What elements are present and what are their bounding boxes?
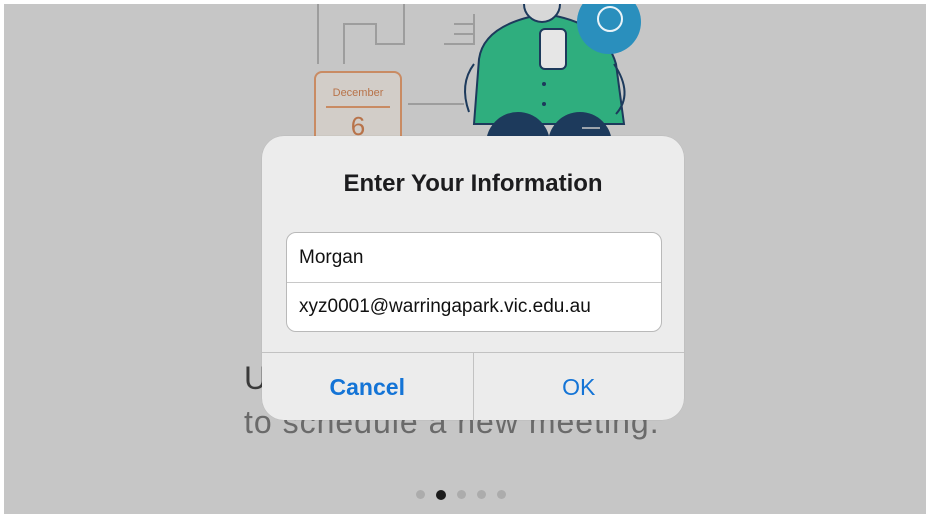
email-input[interactable] — [287, 282, 661, 331]
page-dot[interactable] — [497, 490, 506, 499]
page-indicator[interactable] — [416, 489, 506, 500]
calendar-month: December — [332, 87, 384, 99]
information-alert-dialog: Enter Your Information Cancel OK — [262, 136, 684, 420]
dialog-title: Enter Your Information — [343, 170, 603, 197]
cancel-button[interactable]: Cancel — [262, 353, 474, 420]
calendar-divider — [326, 106, 390, 108]
name-input[interactable] — [287, 233, 661, 282]
dialog-actions: Cancel OK — [262, 352, 684, 420]
page-dot[interactable] — [477, 490, 486, 499]
ok-button[interactable]: OK — [474, 353, 685, 420]
page-dot[interactable] — [457, 490, 466, 499]
page-dot-active[interactable] — [436, 489, 446, 500]
page-dot[interactable] — [416, 490, 425, 499]
app-screen: December 6 U r to schedule a new meeting… — [4, 4, 926, 514]
input-group — [286, 232, 662, 332]
